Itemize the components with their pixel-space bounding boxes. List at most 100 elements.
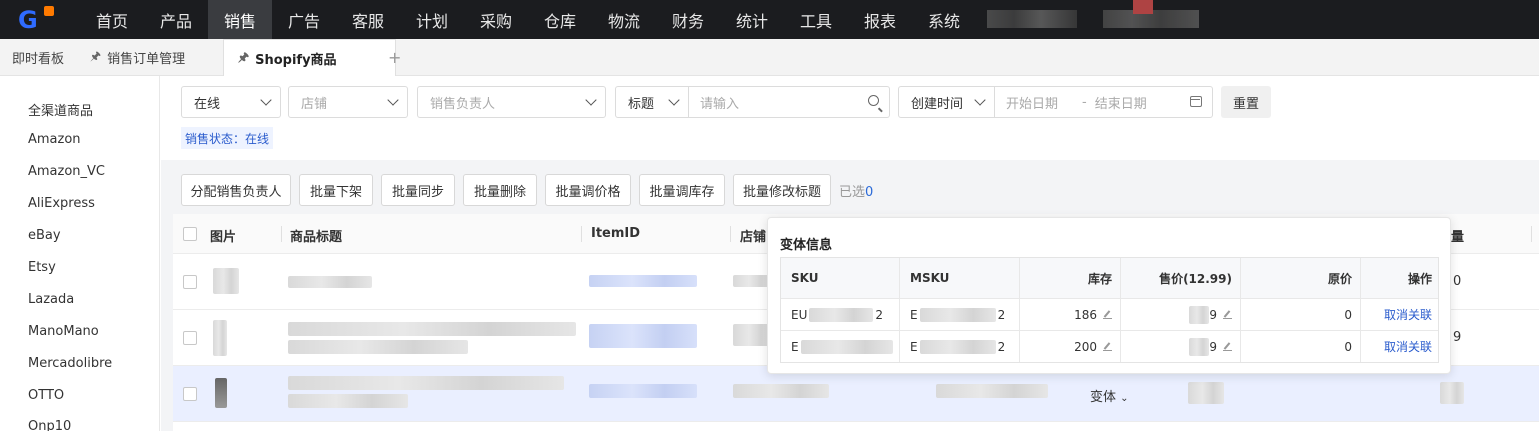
product-title-redacted[interactable] [288,322,576,336]
account-info-redacted[interactable] [987,10,1077,28]
product-title-redacted-line2 [288,394,408,408]
chevron-down-icon [585,94,597,106]
start-date-input[interactable]: 开始日期 [1006,93,1058,112]
sidebar-item-onp10[interactable]: Onp10 [28,419,71,431]
selected-count: 已选0 [839,185,874,200]
status-select[interactable]: 在线 [181,86,281,118]
sidebar-item-otto[interactable]: OTTO [28,388,64,403]
row-checkbox[interactable] [183,331,197,345]
nav-logistics[interactable]: 物流 [592,0,656,39]
add-tab-button[interactable]: + [388,48,401,67]
sku-redacted [936,384,1048,398]
sidebar-item-amazon-vc[interactable]: Amazon_VC [28,164,105,179]
product-thumbnail[interactable] [215,378,227,408]
price-cell[interactable]: 9 [1121,299,1241,330]
nav-customer-service[interactable]: 客服 [336,0,400,39]
price-cell[interactable]: 9 [1121,331,1241,362]
variant-dropdown[interactable]: 变体 ⌄ [1090,386,1129,405]
pin-icon[interactable]: 🖈 [90,47,101,68]
column-price: 售价(12.99) [1121,258,1241,298]
edit-icon[interactable] [1223,342,1232,351]
unlink-cell: 取消关联 [1361,331,1440,362]
search-input[interactable]: 请输入 [688,87,889,117]
edit-icon[interactable] [1223,310,1232,319]
sidebar-item-lazada[interactable]: Lazada [28,292,74,307]
bulk-adjust-stock-button[interactable]: 批量调库存 [639,174,725,206]
price-redacted [1188,382,1224,404]
nav-plan[interactable]: 计划 [400,0,464,39]
search-group: 标题 请输入 [615,86,890,118]
bulk-adjust-price-button[interactable]: 批量调价格 [545,174,631,206]
chevron-down-icon [668,94,680,106]
unlink-button[interactable]: 取消关联 [1384,306,1432,323]
nav-tools[interactable]: 工具 [784,0,848,39]
sidebar-item-all-channels[interactable]: 全渠道商品 [28,100,93,119]
sidebar-item-amazon[interactable]: Amazon [28,132,81,147]
variant-row[interactable]: E E 2 200 9 0 取消关联 [781,330,1438,362]
sidebar-item-aliexpress[interactable]: AliExpress [28,196,95,211]
bulk-edit-title-button[interactable]: 批量修改标题 [733,174,831,206]
search-icon[interactable] [868,95,879,106]
sidebar-item-etsy[interactable]: Etsy [28,260,56,275]
item-id-link-redacted[interactable] [589,384,697,398]
store-redacted [733,384,829,398]
top-navigation: G 首页 产品 销售 广告 客服 计划 采购 仓库 物流 财务 统计 工具 报表… [0,0,1539,39]
variant-row[interactable]: EU 2 E 2 186 9 0 取消关联 [781,298,1438,330]
app-logo[interactable]: G [0,0,80,39]
nav-reports[interactable]: 报表 [848,0,912,39]
bulk-delete-button[interactable]: 批量删除 [463,174,537,206]
nav-ads[interactable]: 广告 [272,0,336,39]
chevron-down-icon [974,94,986,106]
variant-table: SKU MSKU 库存 售价(12.99) 原价 操作 EU 2 E 2 186 [780,257,1439,363]
bulk-delist-button[interactable]: 批量下架 [299,174,373,206]
nav-warehouse[interactable]: 仓库 [528,0,592,39]
sales-owner-select[interactable]: 销售负责人 [417,86,606,118]
nav-system[interactable]: 系统 [912,0,976,39]
active-filter-tag[interactable]: 销售状态：在线 [181,127,274,149]
bulk-sync-button[interactable]: 批量同步 [381,174,455,206]
pin-icon[interactable]: 🖈 [238,48,249,69]
msku-cell: E 2 [900,331,1020,362]
tab-shopify-products[interactable]: 🖈 Shopify商品 [223,39,396,76]
select-all-checkbox[interactable] [183,227,197,241]
product-title-redacted-line2 [288,340,468,354]
sidebar-item-manomano[interactable]: ManoMano [28,324,99,339]
tab-sales-orders[interactable]: 🖈 销售订单管理 [90,39,185,76]
product-title-redacted[interactable] [288,376,564,390]
stock-cell[interactable]: 200 [1020,331,1121,362]
edit-icon[interactable] [1103,310,1112,319]
store-select[interactable]: 店铺 [288,86,408,118]
nav-finance[interactable]: 财务 [656,0,720,39]
end-date-input[interactable]: 结束日期 [1095,93,1147,112]
item-id-link-redacted[interactable] [589,275,697,287]
chevron-down-icon [387,94,399,106]
product-thumbnail[interactable] [213,268,239,294]
nav-home[interactable]: 首页 [80,0,144,39]
quantity-redacted [1440,382,1464,404]
reset-button[interactable]: 重置 [1221,86,1271,118]
sidebar-item-ebay[interactable]: eBay [28,228,61,243]
nav-statistics[interactable]: 统计 [720,0,784,39]
nav-purchase[interactable]: 采购 [464,0,528,39]
row-checkbox[interactable] [183,387,197,401]
date-range-picker[interactable]: 开始日期 - 结束日期 [994,87,1212,117]
table-row[interactable]: 变体 ⌄ [173,366,1539,422]
row-checkbox[interactable] [183,275,197,289]
column-action: 操作 [1407,271,1432,286]
item-id-link-redacted[interactable] [589,324,697,348]
msku-cell: E 2 [900,299,1020,330]
assign-sales-owner-button[interactable]: 分配销售负责人 [181,174,291,206]
search-field-select[interactable]: 标题 [616,87,688,117]
user-menu-redacted[interactable] [1103,0,1199,28]
tab-dashboard[interactable]: 即时看板 [12,39,64,76]
unlink-button[interactable]: 取消关联 [1384,338,1432,355]
product-thumbnail[interactable] [213,320,227,356]
stock-cell[interactable]: 186 [1020,299,1121,330]
nav-sales[interactable]: 销售 [208,0,272,39]
product-title-redacted[interactable] [288,276,372,288]
date-field-select[interactable]: 创建时间 [899,87,994,117]
column-item-id: ItemID [591,226,641,241]
sidebar-item-mercadolibre[interactable]: Mercadolibre [28,356,112,371]
edit-icon[interactable] [1103,342,1112,351]
nav-products[interactable]: 产品 [144,0,208,39]
